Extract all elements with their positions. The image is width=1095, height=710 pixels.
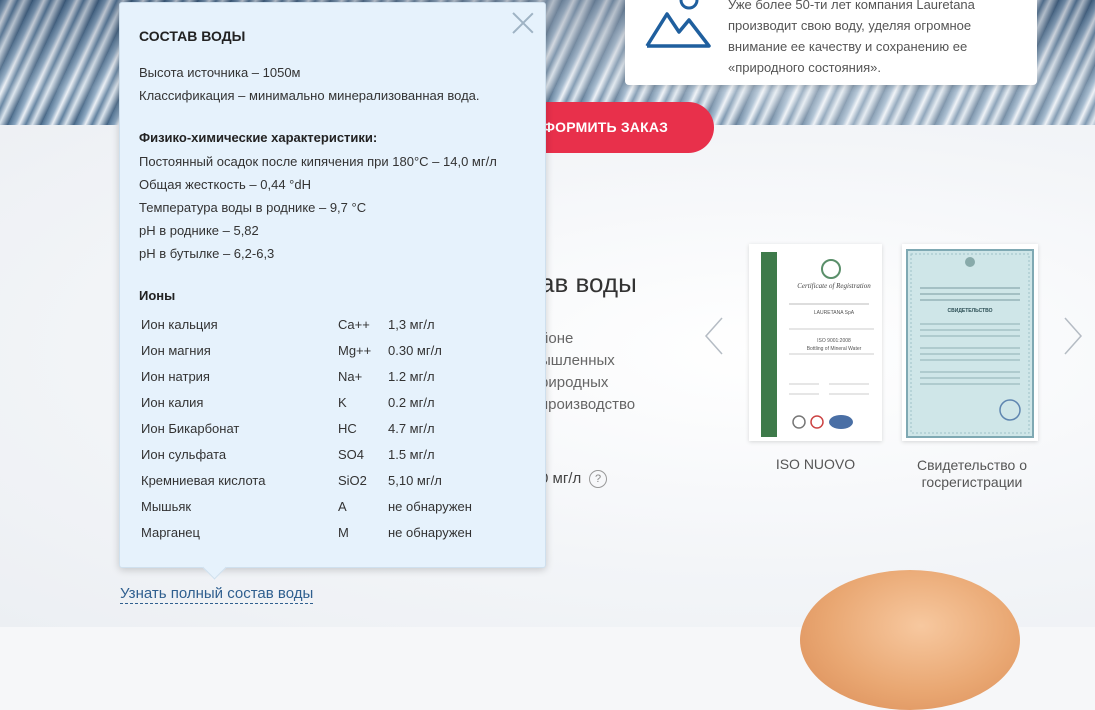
- ion-value: 1.5 мг/л: [388, 447, 435, 462]
- section-text: йоне ышленных риродных производство: [540, 328, 660, 416]
- ion-symbol: K: [338, 395, 347, 410]
- company-info-card: Уже более 50-ти лет компания Lauretana п…: [625, 0, 1037, 85]
- slider-prev-arrow-icon[interactable]: [704, 316, 724, 356]
- ion-value: не обнаружен: [388, 525, 472, 540]
- ion-row: Ион кальция Ca++ 1,3 мг/л: [141, 317, 501, 337]
- mineral-value: 0 мг/л: [540, 470, 582, 487]
- ion-row: Марганец M не обнаружен: [141, 525, 501, 545]
- physchem-item: Температура воды в роднике – 9,7 °С: [139, 200, 367, 215]
- info-line: «природного состояния».: [728, 60, 882, 75]
- ion-name: Ион сульфата: [141, 447, 227, 462]
- physchem-item: Постоянный осадок после кипячения при 18…: [139, 154, 497, 169]
- certificate-title: Certificate of Registration: [797, 282, 871, 290]
- registration-certificate-image[interactable]: СВИДЕТЕЛЬСТВО: [902, 244, 1038, 441]
- ion-symbol: Na+: [338, 369, 363, 384]
- info-line: внимание ее качеству и сохранению ее: [728, 39, 968, 54]
- info-line: Уже более 50-ти лет компания Lauretana: [728, 0, 975, 12]
- ion-name: Ион магния: [141, 343, 211, 358]
- ion-value: не обнаружен: [388, 499, 472, 514]
- source-height: Высота источника – 1050м: [139, 65, 301, 80]
- certificate-document-icon: [902, 244, 1038, 441]
- ion-value: 1,3 мг/л: [388, 317, 435, 332]
- ion-name: Кремниевая кислота: [141, 473, 266, 488]
- section-text-line: ышленных: [540, 352, 615, 369]
- section-text-line: риродных: [540, 374, 609, 391]
- ion-symbol: SiO2: [338, 473, 367, 488]
- help-icon[interactable]: ?: [589, 470, 607, 488]
- ion-symbol: Mg++: [338, 343, 372, 358]
- ion-row: Ион магния Mg++ 0.30 мг/л: [141, 343, 501, 363]
- ion-value: 0.2 мг/л: [388, 395, 435, 410]
- ion-row: Ион калия K 0.2 мг/л: [141, 395, 501, 415]
- ion-value: 5,10 мг/л: [388, 473, 442, 488]
- certificate-company: LAURETANA SpA: [813, 310, 855, 316]
- ions-heading: Ионы: [139, 288, 176, 303]
- mountain-logo-icon: [645, 0, 711, 48]
- ion-symbol: Ca++: [338, 317, 370, 332]
- physchem-item: pH в роднике – 5,82: [139, 223, 259, 238]
- physchem-item: pH в бутылке – 6,2-6,3: [139, 246, 275, 261]
- physchem-item: Общая жесткость – 0,44 °dH: [139, 177, 311, 192]
- iso-certificate-image[interactable]: Certificate of Registration LAURETANA Sp…: [749, 244, 882, 441]
- water-composition-popup: СОСТАВ ВОДЫ Высота источника – 1050м Кла…: [119, 2, 546, 568]
- full-composition-link[interactable]: Узнать полный состав воды: [120, 585, 314, 604]
- baby-photo: [800, 570, 1020, 710]
- ion-name: Марганец: [141, 525, 200, 540]
- certificate-standard: ISO 9001:2008: [817, 338, 851, 344]
- ion-row: Кремниевая кислота SiO2 5,10 мг/л: [141, 473, 501, 493]
- ion-row: Ион Бикарбонат HC 4.7 мг/л: [141, 421, 501, 441]
- section-text-line: йоне: [540, 330, 574, 347]
- company-info-text: Уже более 50-ти лет компания Lauretana п…: [728, 0, 1028, 78]
- ion-symbol: A: [338, 499, 347, 514]
- info-line: производит свою воду, уделяя огромное: [728, 18, 972, 33]
- certificate-title: СВИДЕТЕЛЬСТВО: [947, 308, 993, 314]
- ion-row: Ион натрия Na+ 1.2 мг/л: [141, 369, 501, 389]
- ion-row: Ион сульфата SO4 1.5 мг/л: [141, 447, 501, 467]
- slider-next-arrow-icon[interactable]: [1063, 316, 1083, 356]
- ion-name: Ион натрия: [141, 369, 210, 384]
- classification: Классификация – минимально минерализован…: [139, 88, 480, 103]
- ion-symbol: HC: [338, 421, 357, 436]
- ion-value: 1.2 мг/л: [388, 369, 435, 384]
- ion-value: 0.30 мг/л: [388, 343, 442, 358]
- popup-title: СОСТАВ ВОДЫ: [139, 28, 246, 44]
- ion-symbol: M: [338, 525, 349, 540]
- physchem-heading: Физико-химические характеристики:: [139, 130, 378, 145]
- ion-name: Ион кальция: [141, 317, 218, 332]
- ion-value: 4.7 мг/л: [388, 421, 435, 436]
- ion-name: Мышьяк: [141, 499, 192, 514]
- close-icon[interactable]: [512, 12, 534, 34]
- certificate-label: Свидетельство о госрегистрации: [916, 457, 1028, 490]
- section-title: ав воды: [540, 268, 637, 298]
- ion-name: Ион калия: [141, 395, 204, 410]
- certificate-scope: Bottling of Mineral Water: [806, 346, 862, 352]
- section-text-line: производство: [540, 396, 636, 413]
- ion-row: Мышьяк A не обнаружен: [141, 499, 501, 519]
- ion-symbol: SO4: [338, 447, 365, 462]
- certificate-label: ISO NUOVO: [775, 456, 856, 472]
- ion-name: Ион Бикарбонат: [141, 421, 240, 436]
